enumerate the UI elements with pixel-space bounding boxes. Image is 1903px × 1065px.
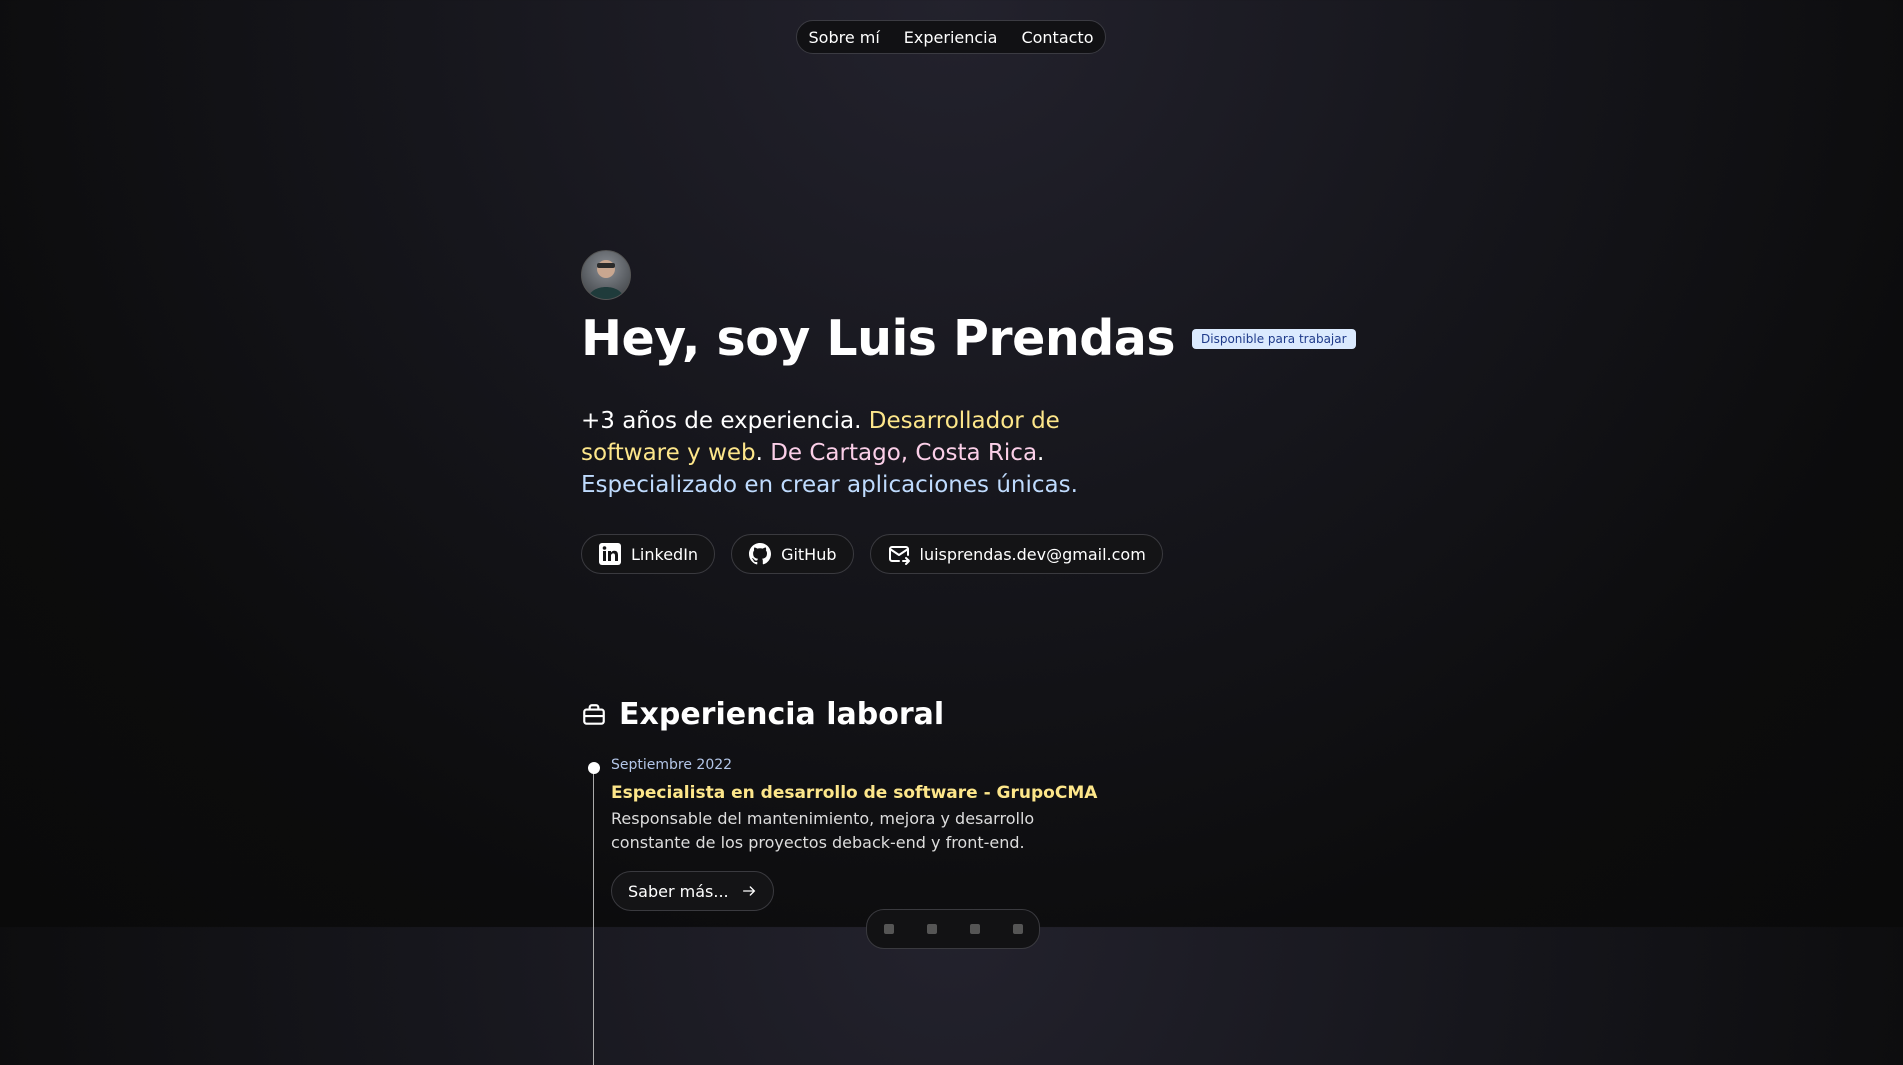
github-link[interactable]: GitHub (731, 534, 854, 574)
experience-section: Experiencia laboral Septiembre 2022 Espe… (581, 697, 1381, 1065)
intro-experience: +3 años de experiencia. (581, 408, 862, 434)
experience-title: Experiencia laboral (619, 697, 945, 732)
linkedin-icon (599, 543, 621, 565)
title-row: Hey, soy Luis Prendas Disponible para tr… (581, 310, 1381, 367)
nav-sobre-mi[interactable]: Sobre mí (809, 28, 880, 47)
avatar-portrait (588, 260, 624, 299)
linkedin-link[interactable]: LinkedIn (581, 534, 716, 574)
timeline-line (593, 765, 594, 1065)
experience-heading: Experiencia laboral (581, 697, 1381, 732)
timeline-dot (588, 762, 600, 774)
page-title: Hey, soy Luis Prendas (581, 310, 1176, 367)
github-label: GitHub (781, 544, 837, 564)
bottom-dock (866, 909, 1040, 949)
experience-timeline: Septiembre 2022 Especialista en desarrol… (581, 757, 1381, 1065)
nav-contacto[interactable]: Contacto (1021, 28, 1093, 47)
job-title: Especialista en desarrollo de software -… (611, 783, 1098, 803)
dock-icon[interactable] (969, 924, 980, 934)
saber-mas-label: Saber más... (628, 881, 729, 901)
job-description: Responsable del mantenimiento, mejora y … (611, 809, 1035, 852)
intro-dot-2: . (1037, 440, 1045, 466)
dock-icon[interactable] (926, 924, 937, 934)
arrow-right-icon (742, 886, 755, 896)
email-label: luisprendas.dev@gmail.com (919, 544, 1146, 564)
hero-section: Hey, soy Luis Prendas Disponible para tr… (581, 250, 1381, 574)
email-link[interactable]: luisprendas.dev@gmail.com (869, 534, 1163, 574)
top-nav: Sobre mí Experiencia Contacto (796, 20, 1106, 54)
intro-dot-1: . (755, 440, 763, 466)
intro-text: +3 años de experiencia. Desarrollador de… (581, 405, 1081, 501)
mail-icon (888, 546, 910, 565)
briefcase-icon (583, 703, 605, 725)
linkedin-label: LinkedIn (631, 544, 699, 564)
nav-experiencia[interactable]: Experiencia (904, 28, 998, 47)
intro-location: De Cartago, Costa Rica (770, 440, 1038, 466)
job-date: Septiembre 2022 (611, 757, 733, 773)
availability-badge: Disponible para trabajar (1192, 328, 1356, 349)
saber-mas-button[interactable]: Saber más... (611, 871, 774, 911)
social-links: LinkedIn GitHub luisprendas.dev@gmail.co… (581, 534, 1381, 574)
intro-specialty: Especializado en crear aplicaciones únic… (581, 472, 1078, 498)
github-icon (749, 543, 772, 565)
dock-icon[interactable] (1012, 924, 1023, 934)
avatar (581, 250, 631, 300)
dock-icon[interactable] (883, 924, 894, 934)
